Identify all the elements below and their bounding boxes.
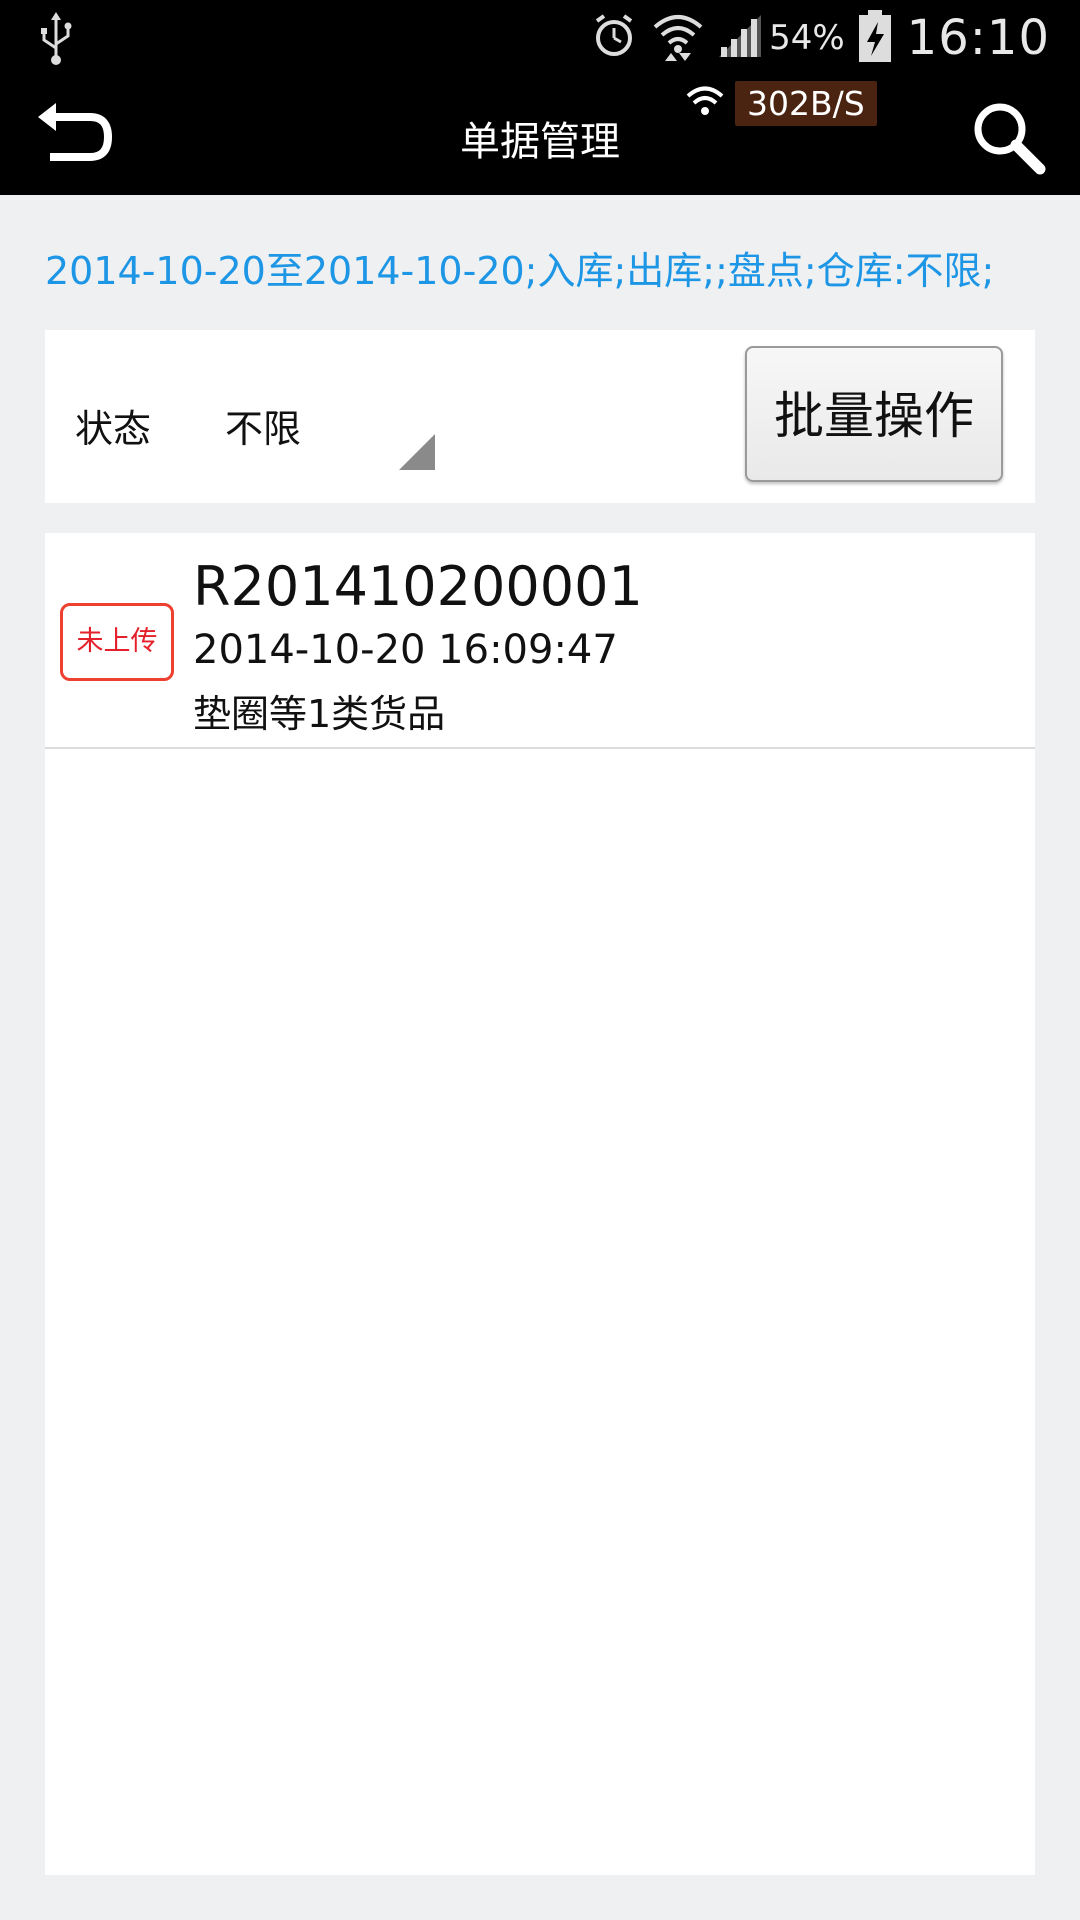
document-goods-summary: 垫圈等1类货品 bbox=[193, 692, 446, 736]
document-number: R201410200001 bbox=[193, 555, 643, 618]
status-filter-label: 状态 bbox=[75, 407, 152, 451]
network-speed-indicator: 302B/S bbox=[685, 77, 877, 129]
action-bar: 单据管理 302B/S bbox=[0, 75, 1080, 195]
filter-summary-link[interactable]: 2014-10-20至2014-10-20;入库;出库;;盘点;仓库:不限; bbox=[45, 240, 994, 295]
alarm-icon bbox=[589, 11, 639, 65]
filter-panel: 状态 不限 批量操作 bbox=[45, 330, 1035, 503]
status-icons: 54% 16:10 bbox=[577, 6, 1050, 70]
search-button[interactable] bbox=[966, 95, 1052, 181]
status-dropdown-value: 不限 bbox=[225, 407, 302, 451]
document-datetime: 2014-10-20 16:09:47 bbox=[193, 627, 618, 673]
page-title: 单据管理 bbox=[460, 119, 620, 165]
status-bar: 54% 16:10 bbox=[0, 0, 1080, 75]
list-item[interactable]: 未上传 R201410200001 2014-10-20 16:09:47 垫圈… bbox=[45, 533, 1035, 749]
clock: 16:10 bbox=[906, 10, 1050, 66]
wifi-icon bbox=[685, 83, 725, 123]
signal-icon bbox=[717, 13, 763, 63]
document-list: 未上传 R201410200001 2014-10-20 16:09:47 垫圈… bbox=[45, 533, 1035, 1875]
wifi-icon bbox=[651, 9, 705, 67]
net-speed-text: 302B/S bbox=[735, 80, 877, 126]
dropdown-corner-icon bbox=[399, 434, 435, 470]
search-icon bbox=[966, 103, 1052, 185]
status-badge: 未上传 bbox=[60, 603, 174, 681]
battery-percent: 54% bbox=[769, 18, 845, 58]
battery-charging-icon bbox=[857, 8, 893, 68]
usb-icon bbox=[36, 10, 76, 66]
batch-operation-button[interactable]: 批量操作 bbox=[745, 346, 1003, 482]
status-dropdown[interactable]: 不限 bbox=[225, 360, 435, 470]
